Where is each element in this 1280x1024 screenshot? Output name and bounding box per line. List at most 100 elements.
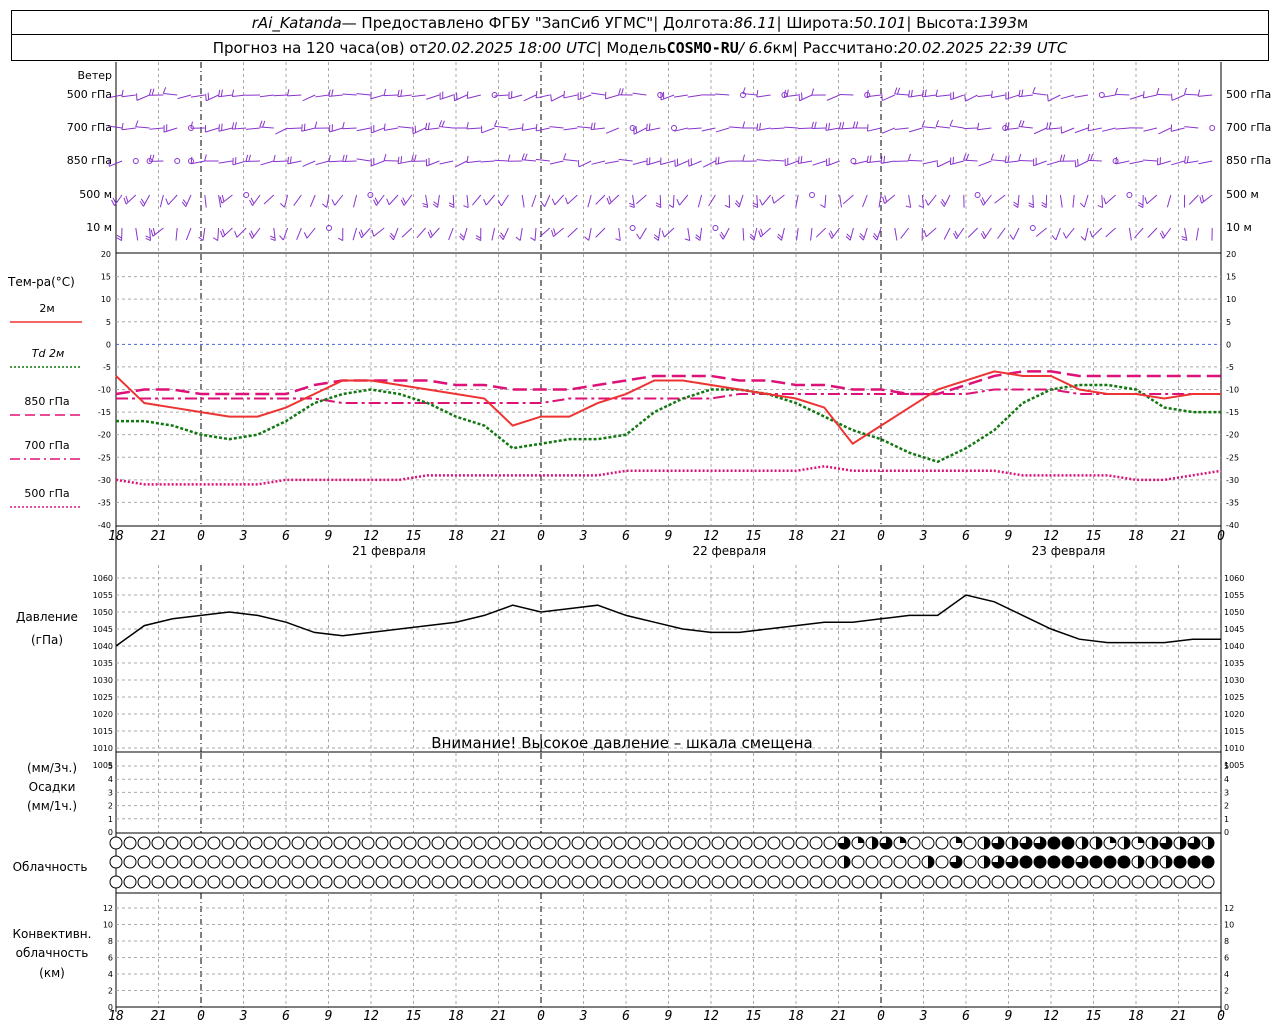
wind-barb [646,123,661,132]
wind-barb [205,92,219,102]
wind-barb [530,227,537,241]
cloud-cover-icon [809,855,823,869]
wind-barb [759,194,771,206]
wind-barb [342,121,357,130]
cloud-cover-icon [893,855,907,869]
wind-barb [964,94,978,102]
cloud-cover-icon [1033,875,1047,889]
wind-barb [185,227,192,241]
wind-barb [1181,227,1188,241]
wind-barb [425,157,440,167]
y-tick-label: 1 [108,815,113,824]
cloud-title: Облачность [13,860,88,874]
wind-barb [508,91,523,100]
hour-tick-label: 15 [406,529,422,544]
wind-barb [688,158,702,167]
wind-barb [231,122,247,130]
cloud-cover-icon [445,875,459,889]
cloud-cover-icon [221,875,235,889]
cloud-cover-icon [739,836,753,850]
cloud-cover-icon [1117,875,1131,889]
cloud-cover-icon [1089,836,1103,850]
precip-label: Осадки [29,780,76,794]
cloud-cover-icon [963,836,977,850]
hour-tick-label: 12 [363,1009,379,1024]
cloud-cover-icon [263,855,277,869]
cloud-cover-icon [487,855,501,869]
wind-barb [900,227,909,239]
wind-barb [1209,125,1216,131]
y-tick-label-right: -25 [1226,453,1239,462]
wind-barb [565,194,578,205]
y-tick-label: 1025 [93,693,113,702]
cloud-cover-icon [935,855,949,869]
series-line-3 [116,388,1221,405]
wind-barbs [108,62,1216,252]
wind-barb [401,227,413,238]
wind-barb [248,227,261,239]
wind-barb [843,194,854,205]
cloud-cover-icon [907,836,921,850]
wind-barb [416,227,426,239]
cloud-cover-icon [1159,836,1173,850]
wind-barb [756,159,771,162]
wind-barb [587,194,592,208]
y-tick-label-right: 1045 [1224,625,1244,634]
wind-barb [296,227,302,241]
wind-barb [936,159,951,168]
wind-barb [974,192,981,198]
wind-barb [657,92,664,98]
wind-barb [523,94,537,102]
wind-barb [275,127,288,135]
wind-barb [894,87,909,96]
wind-barb [812,160,826,166]
legend-label: 500 гПа [24,487,69,500]
wind-barb [426,94,440,100]
wind-barb [342,93,357,96]
wind-barb [135,120,150,129]
y-tick-label: 1015 [93,727,113,736]
cloud-cover-icon [361,855,375,869]
cloud-cover-icon [865,855,879,869]
cloud-cover-icon [1187,836,1201,850]
cloud-cover-icon [1089,875,1103,889]
wind-barb [949,119,964,129]
wind-barb [1144,194,1158,205]
wind-barb [590,122,606,131]
y-tick-label: 4 [108,970,113,979]
hour-tick-label: 9 [325,529,333,544]
cloud-cover-icon [389,875,403,889]
wind-barb [918,194,924,209]
wind-barb [438,120,454,129]
wind-barb [859,227,868,241]
cloud-cover-icon [249,855,263,869]
y-tick-label-right: 5 [1226,318,1231,327]
wind-barb [212,227,220,241]
hour-tick-label: 15 [746,529,762,544]
wind-barb [286,89,302,97]
y-tick-label-right: 0 [1226,340,1231,349]
cloud-cover-icon [655,836,669,850]
wind-barb [777,227,785,241]
cloud-cover-icon [711,875,725,889]
wind-barb [697,194,703,208]
wind-barb [411,94,426,98]
y-tick-label-right: 15 [1226,273,1236,282]
wind-barb [356,127,371,132]
wind-barb [352,227,358,241]
wind-barb [397,89,412,98]
cloud-cover-icon [767,836,781,850]
time-axis-bottom: 18 21 0 3 6 9 12 15 18 21 0 3 6 9 12 15 18 21 0 3 6 9 12 15 18 21… [108,1009,1225,1024]
y-tick-label: 1055 [93,591,113,600]
wind-barb [977,94,992,98]
cloud-cover-icon [585,855,599,869]
cloud-cover-icon [1047,855,1061,869]
wind-level-500hpa-right: 500 гПа [1226,88,1271,101]
cloud-cover-icon [907,855,921,869]
wind-barb [259,94,274,98]
wind-barb [315,160,330,166]
wind-panel: Ветер 500 гПа 700 гПа 850 гПа 500 м 10 м… [67,62,1271,252]
hour-tick-label: 0 [877,1009,885,1024]
wind-barb [521,123,537,131]
cloud-cover-icon [1075,875,1089,889]
